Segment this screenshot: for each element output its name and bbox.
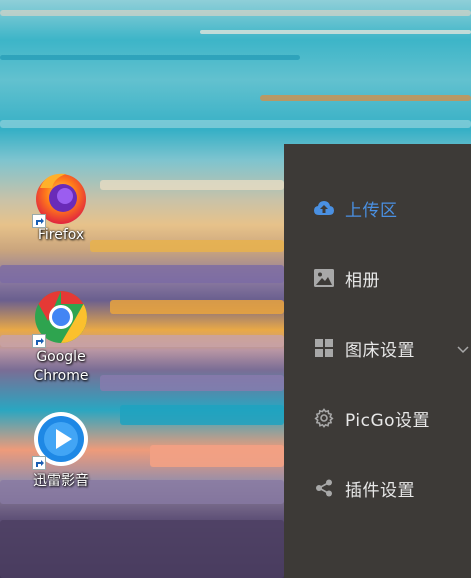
grid-icon [314,338,334,358]
sidebar-item-label: 图床设置 [345,340,415,361]
sidebar-item-label: PicGo设置 [345,410,431,431]
sidebar-item-label: 相册 [345,270,380,291]
chevron-down-icon[interactable] [456,341,470,355]
shortcut-arrow-icon [32,456,46,470]
sidebar-item-label: 上传区 [345,200,398,221]
shortcut-arrow-icon [32,334,46,348]
sidebar-item-plugin-settings[interactable]: 插件设置 [284,461,471,515]
cloud-upload-icon [314,198,334,218]
gear-icon [314,408,334,428]
desktop-icon-label: Firefox [37,227,85,243]
desktop-icon-label: Google Chrome [33,349,89,384]
share-icon [314,478,334,498]
sidebar-item-picbed-settings[interactable]: 图床设置 [284,321,471,375]
desktop-icon-label: 迅雷影音 [33,473,89,489]
sidebar-item-upload[interactable]: 上传区 [284,181,471,235]
sidebar-item-picgo-settings[interactable]: PicGo设置 [284,391,471,445]
sidebar-item-label: 插件设置 [345,480,415,501]
desktop-icon-firefox[interactable]: Firefox [21,168,101,245]
desktop-icon-xunlei[interactable]: 迅雷影音 [21,410,101,491]
desktop-icon-chrome[interactable]: Google Chrome [21,288,101,386]
desktop: Firefox Google Chrome 迅雷影音 上传区 相册 图床设置 P… [0,0,471,578]
picgo-sidebar: 上传区 相册 图床设置 PicGo设置 插件设置 [284,144,471,578]
sidebar-item-gallery[interactable]: 相册 [284,251,471,305]
shortcut-arrow-icon [32,214,46,228]
image-icon [314,268,334,288]
